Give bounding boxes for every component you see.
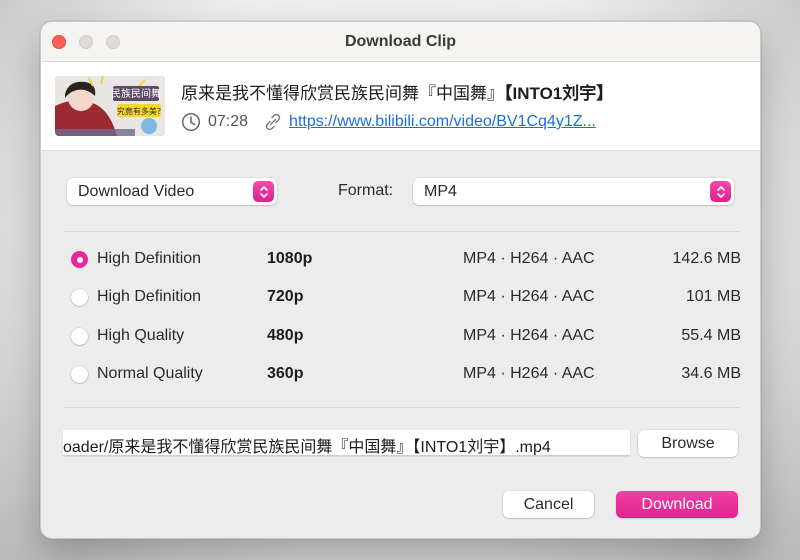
clock-icon <box>181 112 201 132</box>
radio-button[interactable] <box>71 328 88 345</box>
resolution: 1080p <box>267 250 313 267</box>
chevron-up-down-icon <box>253 181 274 202</box>
radio-button-selected[interactable] <box>71 251 88 268</box>
download-mode-select[interactable]: Download Video <box>67 178 277 205</box>
thumbnail-caption-mid: 究竟有多美? <box>117 106 161 116</box>
video-title: 原来是我不懂得欣赏民族民间舞『中国舞』【INTO1刘宇】 <box>181 79 613 104</box>
resolution: 360p <box>267 365 304 382</box>
codec-info: MP4 · H264 · AAC <box>463 288 595 305</box>
quality-option-480p[interactable]: High Quality 480p MP4 · H264 · AAC 55.4 … <box>69 322 741 352</box>
radio-button[interactable] <box>71 289 88 306</box>
codec-info: MP4 · H264 · AAC <box>463 250 595 267</box>
file-size: 55.4 MB <box>681 327 741 344</box>
window-title: Download Clip <box>344 33 457 50</box>
video-url-link[interactable]: https://www.bilibili.com/video/BV1Cq4y1Z… <box>289 113 596 131</box>
video-thumbnail: 民族民间舞 究竟有多美? <box>55 76 165 136</box>
chevron-up-down-icon <box>710 181 731 202</box>
quality-option-360p[interactable]: Normal Quality 360p MP4 · H264 · AAC 34.… <box>69 360 741 390</box>
browse-button[interactable]: Browse <box>638 430 738 457</box>
title-bar: Download Clip <box>41 22 760 62</box>
thumbnail-caption-top: 民族民间舞 <box>111 87 161 100</box>
quality-label: High Quality <box>97 327 185 344</box>
codec-info: MP4 · H264 · AAC <box>463 365 595 382</box>
file-size: 34.6 MB <box>681 365 741 382</box>
download-button[interactable]: Download <box>616 491 738 518</box>
codec-info: MP4 · H264 · AAC <box>463 327 595 344</box>
file-size: 101 MB <box>685 288 741 305</box>
file-size: 142.6 MB <box>672 250 741 267</box>
video-meta: 07:28 https://www.bilibili.com/video/BV1… <box>181 110 596 134</box>
quality-label: Normal Quality <box>97 365 203 382</box>
format-label: Format: <box>338 182 394 199</box>
link-icon <box>265 113 281 131</box>
video-duration: 07:28 <box>208 113 249 130</box>
download-mode-value: Download Video <box>78 182 195 200</box>
video-title-main: 原来是我不懂得欣赏民族民间舞『中国舞』 <box>181 84 504 103</box>
video-info-header: 民族民间舞 究竟有多美? 原来是我不懂得欣赏民族民间舞『中国舞』【INTO1刘宇… <box>41 62 760 151</box>
divider <box>63 407 740 408</box>
save-path-input[interactable]: oader/原来是我不懂得欣赏民族民间舞『中国舞』【INTO1刘宇】.mp4 <box>63 430 630 456</box>
save-path-value: oader/原来是我不懂得欣赏民族民间舞『中国舞』【INTO1刘宇】.mp4 <box>63 439 551 456</box>
quality-label: High Definition <box>97 250 202 267</box>
resolution: 720p <box>267 288 304 305</box>
format-value: MP4 <box>424 182 457 200</box>
quality-option-1080p[interactable]: High Definition 1080p MP4 · H264 · AAC 1… <box>69 245 741 275</box>
quality-option-720p[interactable]: High Definition 720p MP4 · H264 · AAC 10… <box>69 283 741 313</box>
radio-button[interactable] <box>71 366 88 383</box>
download-clip-dialog: Download Clip 民族民间舞 究竟有多美? 原来是我不懂得欣赏民族民间… <box>40 21 761 539</box>
cancel-button[interactable]: Cancel <box>503 491 594 518</box>
quality-label: High Definition <box>97 288 202 305</box>
format-select[interactable]: MP4 <box>413 178 734 205</box>
divider <box>63 231 740 232</box>
video-title-author: 【INTO1刘宇】 <box>504 84 614 103</box>
resolution: 480p <box>267 327 304 344</box>
